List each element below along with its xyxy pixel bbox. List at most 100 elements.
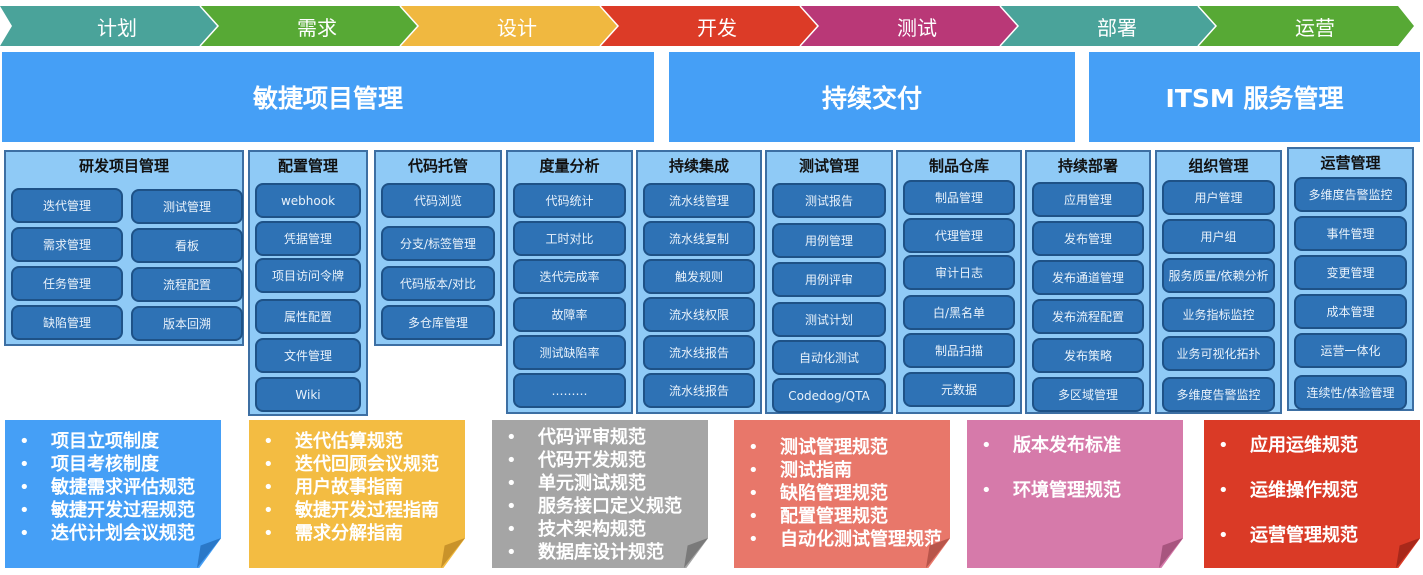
module-item[interactable]: 运营一体化: [1294, 333, 1407, 368]
module-item[interactable]: 审计日志: [903, 255, 1015, 290]
module-item[interactable]: 服务质量/依赖分析: [1162, 258, 1275, 293]
module-item[interactable]: 用户组: [1162, 219, 1275, 254]
module-title: 制品仓库: [928, 157, 989, 175]
note-item: • 服务接口定义规范: [506, 496, 682, 517]
module-item[interactable]: 属性配置: [255, 299, 361, 334]
module-item[interactable]: 迭代完成率: [513, 259, 626, 294]
module-item[interactable]: 凭据管理: [255, 221, 361, 256]
note-item: • 需求分解指南: [263, 523, 403, 544]
module-item[interactable]: 多仓库管理: [381, 305, 495, 340]
module-item[interactable]: 工时对比: [513, 221, 626, 256]
note-operations-standards: • 应用运维规范 • 运维操作规范 • 运营管理规范: [1204, 420, 1420, 568]
note-item: • 项目立项制度: [19, 431, 159, 452]
stage-label-requirement: 需求: [297, 15, 337, 40]
module-item[interactable]: 自动化测试: [772, 340, 886, 375]
module-item[interactable]: 成本管理: [1294, 294, 1407, 329]
module-title: 组织管理: [1188, 157, 1249, 175]
module-item[interactable]: 代理管理: [903, 218, 1015, 253]
module-item[interactable]: 发布通道管理: [1032, 260, 1144, 295]
module-rd-project-management: 研发项目管理 迭代管理 测试管理 需求管理 看板 任务管理 流程配置 缺陷管理 …: [4, 150, 244, 346]
stage-label-operate: 运营: [1295, 15, 1335, 40]
module-item[interactable]: 流水线报告: [643, 373, 755, 408]
module-item[interactable]: 白/黑名单: [903, 295, 1015, 330]
module-item[interactable]: 变更管理: [1294, 255, 1407, 290]
module-test-management: 测试管理 测试报告 用例管理 用例评审 测试计划 自动化测试 Codedog/Q…: [765, 150, 893, 414]
module-item[interactable]: 多区域管理: [1032, 377, 1144, 412]
module-item[interactable]: 测试缺陷率: [513, 335, 626, 370]
module-item[interactable]: 文件管理: [255, 338, 361, 373]
section-continuous-delivery: 持续交付: [669, 52, 1075, 142]
module-item[interactable]: 发布流程配置: [1032, 299, 1144, 334]
module-item[interactable]: 元数据: [903, 372, 1015, 407]
module-item[interactable]: 故障率: [513, 297, 626, 332]
module-item[interactable]: 流水线权限: [643, 297, 755, 332]
module-item[interactable]: 流水线复制: [643, 221, 755, 256]
module-item[interactable]: 迭代管理: [11, 188, 123, 223]
module-item[interactable]: 制品管理: [903, 180, 1015, 215]
module-artifact-repository: 制品仓库 制品管理 代理管理 审计日志 白/黑名单 制品扫描 元数据: [896, 150, 1022, 414]
module-continuous-deployment: 持续部署 应用管理 发布管理 发布通道管理 发布流程配置 发布策略 多区域管理: [1025, 150, 1151, 414]
note-item: • 缺陷管理规范: [748, 483, 888, 504]
section-agile-project-management: 敏捷项目管理: [2, 52, 654, 142]
module-title: 持续部署: [1057, 157, 1118, 175]
stage-label-plan: 计划: [97, 15, 137, 40]
module-item[interactable]: 流水线报告: [643, 335, 755, 370]
module-metrics-analysis: 度量分析 代码统计 工时对比 迭代完成率 故障率 测试缺陷率 ………: [506, 150, 633, 414]
module-item[interactable]: 代码浏览: [381, 183, 495, 218]
note-item: • 敏捷需求评估规范: [19, 477, 195, 498]
module-item[interactable]: 连续性/体验管理: [1294, 375, 1407, 410]
module-item[interactable]: 需求管理: [11, 227, 123, 262]
module-item[interactable]: 制品扫描: [903, 333, 1015, 368]
module-item[interactable]: 版本回溯: [131, 306, 243, 341]
note-item: • 应用运维规范: [1218, 435, 1358, 456]
module-item[interactable]: 用例评审: [772, 262, 886, 297]
module-item[interactable]: 业务指标监控: [1162, 297, 1275, 332]
module-item[interactable]: 业务可视化拓扑: [1162, 336, 1275, 371]
module-item[interactable]: 测试报告: [772, 183, 886, 218]
module-title: 代码托管: [407, 157, 468, 175]
note-item: • 迭代回顾会议规范: [263, 454, 439, 475]
module-item[interactable]: 发布策略: [1032, 338, 1144, 373]
note-item: • 测试管理规范: [748, 437, 888, 458]
module-item[interactable]: 多维度告警监控: [1162, 377, 1275, 412]
module-item[interactable]: 应用管理: [1032, 182, 1144, 217]
module-title: 持续集成: [668, 157, 729, 175]
note-item: • 迭代估算规范: [263, 431, 403, 452]
module-title: 运营管理: [1320, 154, 1381, 172]
module-item[interactable]: 流程配置: [131, 267, 243, 302]
module-item[interactable]: Wiki: [255, 377, 361, 412]
module-item[interactable]: 用户管理: [1162, 180, 1275, 215]
module-item[interactable]: Codedog/QTA: [772, 378, 886, 413]
note-item: • 配置管理规范: [748, 506, 888, 527]
note-item: • 敏捷开发过程规范: [19, 500, 195, 521]
module-item[interactable]: 发布管理: [1032, 221, 1144, 256]
module-operations-management: 运营管理 多维度告警监控 事件管理 变更管理 成本管理 运营一体化 连续性/体验…: [1287, 147, 1414, 411]
module-item[interactable]: 测试计划: [772, 302, 886, 337]
module-item[interactable]: 用例管理: [772, 223, 886, 258]
note-item: • 单元测试规范: [506, 473, 646, 494]
module-item[interactable]: 流水线管理: [643, 183, 755, 218]
module-item[interactable]: 看板: [131, 228, 243, 263]
module-item[interactable]: 项目访问令牌: [255, 258, 361, 293]
note-item: • 环境管理规范: [981, 480, 1121, 501]
module-continuous-integration: 持续集成 流水线管理 流水线复制 触发规则 流水线权限 流水线报告 流水线报告: [636, 150, 762, 414]
module-item[interactable]: 测试管理: [131, 189, 243, 224]
note-item: • 代码评审规范: [506, 427, 646, 448]
module-item[interactable]: webhook: [255, 183, 361, 218]
module-item[interactable]: 缺陷管理: [11, 305, 123, 340]
stage-label-design: 设计: [497, 15, 537, 40]
module-item[interactable]: 触发规则: [643, 259, 755, 294]
module-item[interactable]: 代码版本/对比: [381, 266, 495, 301]
module-item[interactable]: 分支/标签管理: [381, 226, 495, 261]
module-title: 研发项目管理: [78, 157, 169, 175]
module-title: 度量分析: [539, 157, 600, 175]
module-organization-management: 组织管理 用户管理 用户组 服务质量/依赖分析 业务指标监控 业务可视化拓扑 多…: [1155, 150, 1282, 414]
module-item[interactable]: 多维度告警监控: [1294, 177, 1407, 212]
note-item: • 迭代计划会议规范: [19, 523, 195, 544]
stage-label-develop: 开发: [697, 15, 737, 40]
module-item[interactable]: 事件管理: [1294, 216, 1407, 251]
note-item: • 代码开发规范: [506, 450, 646, 471]
module-item[interactable]: 任务管理: [11, 266, 123, 301]
module-item[interactable]: ………: [513, 373, 626, 408]
module-item[interactable]: 代码统计: [513, 183, 626, 218]
